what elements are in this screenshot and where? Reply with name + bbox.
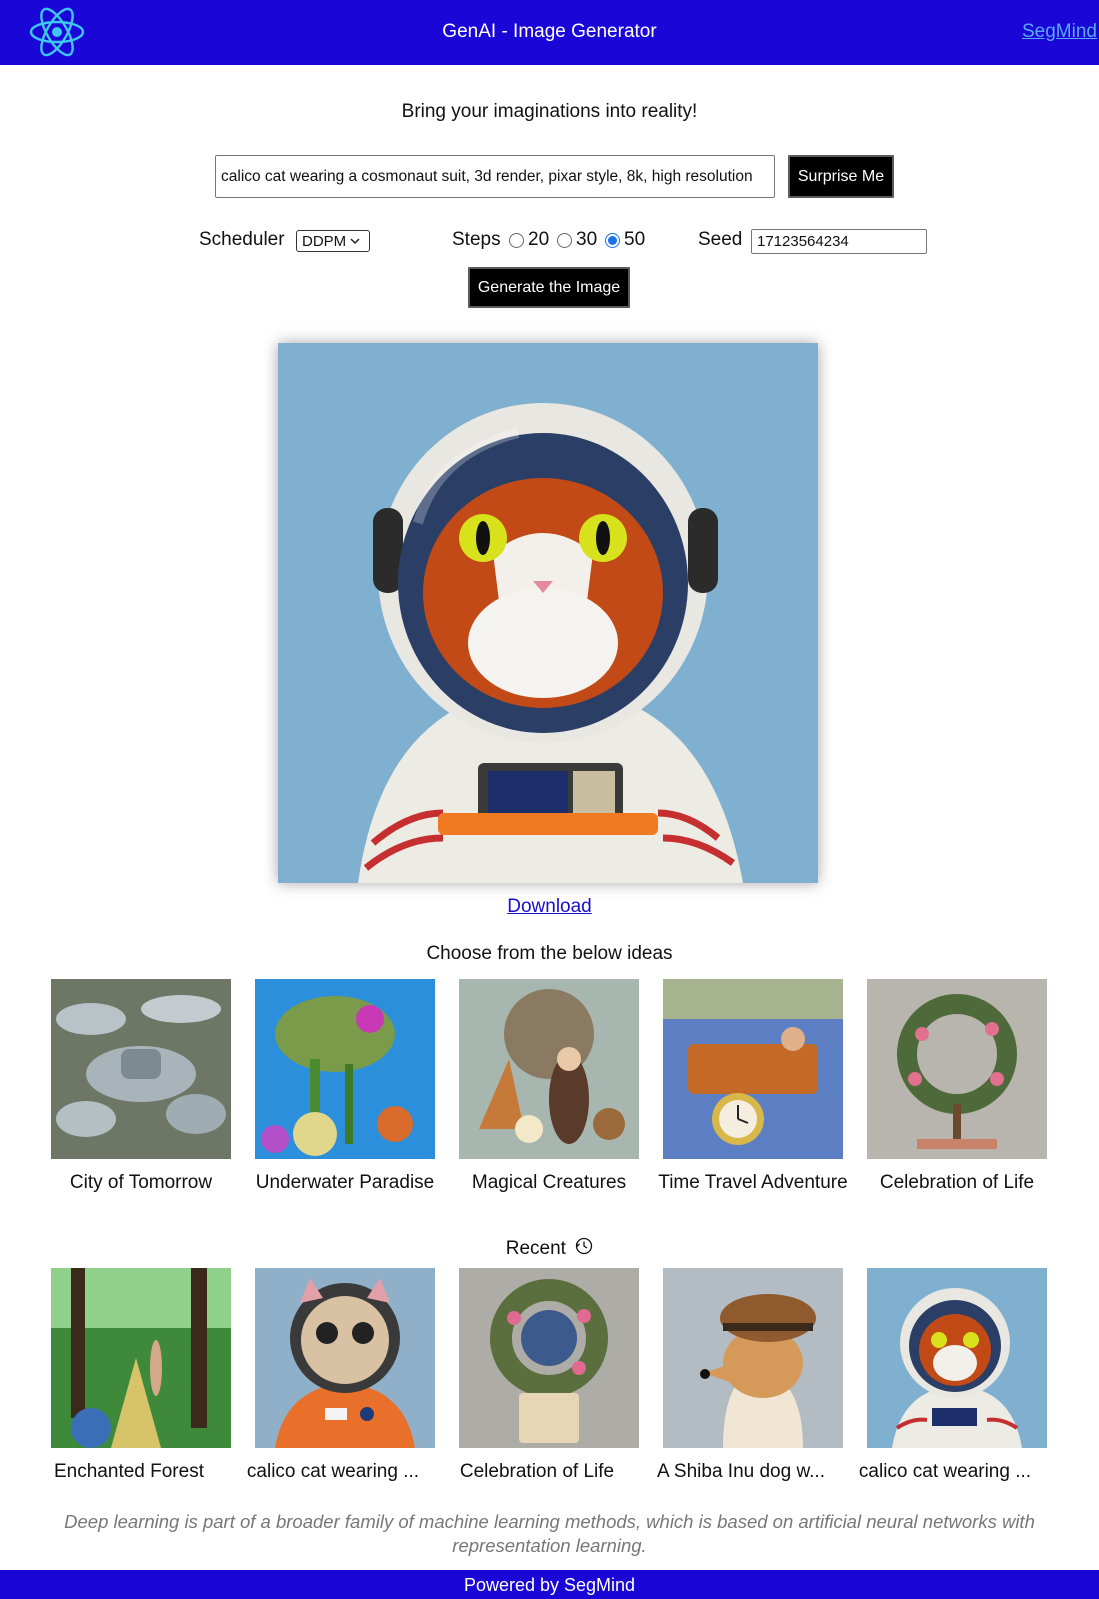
steps-label: Steps — [452, 229, 501, 250]
idea-thumb-city-of-tomorrow[interactable] — [51, 979, 231, 1159]
idea-label[interactable]: City of Tomorrow — [39, 1172, 243, 1194]
recent-thumb-enchanted-forest[interactable] — [51, 1268, 231, 1448]
seed-input[interactable] — [751, 229, 927, 254]
generate-button[interactable]: Generate the Image — [468, 267, 630, 308]
steps-radio-50[interactable] — [605, 233, 620, 248]
scheduler-select[interactable]: DDPM — [296, 230, 370, 252]
segmind-link[interactable]: SegMind — [1022, 21, 1097, 43]
surprise-me-button[interactable]: Surprise Me — [788, 155, 894, 198]
generated-image — [278, 343, 818, 883]
download-row: Download — [0, 896, 1099, 918]
idea-label[interactable]: Time Travel Adventure — [651, 1172, 855, 1194]
recent-label[interactable]: Enchanted Forest — [27, 1461, 231, 1483]
steps-option-30-label: 30 — [576, 229, 598, 250]
recent-label[interactable]: calico cat wearing ... — [231, 1461, 435, 1483]
recent-thumb-calico-cat-white[interactable] — [867, 1268, 1047, 1448]
powered-by-text: Powered by SegMind — [463, 1575, 636, 1595]
recent-label[interactable]: A Shiba Inu dog w... — [639, 1461, 843, 1483]
recent-thumb-calico-cat-orange[interactable] — [255, 1268, 435, 1448]
recent-title: Recent — [505, 1238, 566, 1259]
scheduler-value: DDPM — [302, 232, 347, 250]
footer-bar: Powered by SegMind — [0, 1570, 1099, 1599]
footer-description: Deep learning is part of a broader famil… — [64, 1511, 1035, 1556]
steps-option-20-label: 20 — [528, 229, 550, 250]
idea-label[interactable]: Magical Creatures — [447, 1172, 651, 1194]
steps-radio-20[interactable] — [509, 233, 524, 248]
idea-label[interactable]: Underwater Paradise — [243, 1172, 447, 1194]
idea-thumb-celebration-of-life[interactable] — [867, 979, 1047, 1159]
recent-title-row: Recent — [0, 1237, 1099, 1260]
recent-label[interactable]: calico cat wearing ... — [843, 1461, 1047, 1483]
scheduler-label: Scheduler — [199, 229, 285, 250]
idea-label[interactable]: Celebration of Life — [855, 1172, 1059, 1194]
recent-thumb-celebration-of-life[interactable] — [459, 1268, 639, 1448]
steps-option-50-label: 50 — [624, 229, 646, 250]
idea-thumb-underwater-paradise[interactable] — [255, 979, 435, 1159]
steps-radio-30[interactable] — [557, 233, 572, 248]
history-clock-icon — [576, 1237, 593, 1255]
app-title: GenAI - Image Generator — [442, 21, 657, 42]
ideas-title: Choose from the below ideas — [426, 943, 673, 964]
app-header: GenAI - Image Generator SegMind — [0, 0, 1099, 65]
recent-label[interactable]: Celebration of Life — [435, 1461, 639, 1483]
idea-thumb-magical-creatures[interactable] — [459, 979, 639, 1159]
recent-thumb-shiba-inu[interactable] — [663, 1268, 843, 1448]
prompt-input[interactable] — [215, 155, 775, 198]
idea-thumb-time-travel-adventure[interactable] — [663, 979, 843, 1159]
seed-label: Seed — [698, 229, 743, 250]
chevron-down-icon — [350, 238, 360, 245]
tagline: Bring your imaginations into reality! — [401, 101, 698, 122]
download-link[interactable]: Download — [507, 896, 592, 917]
